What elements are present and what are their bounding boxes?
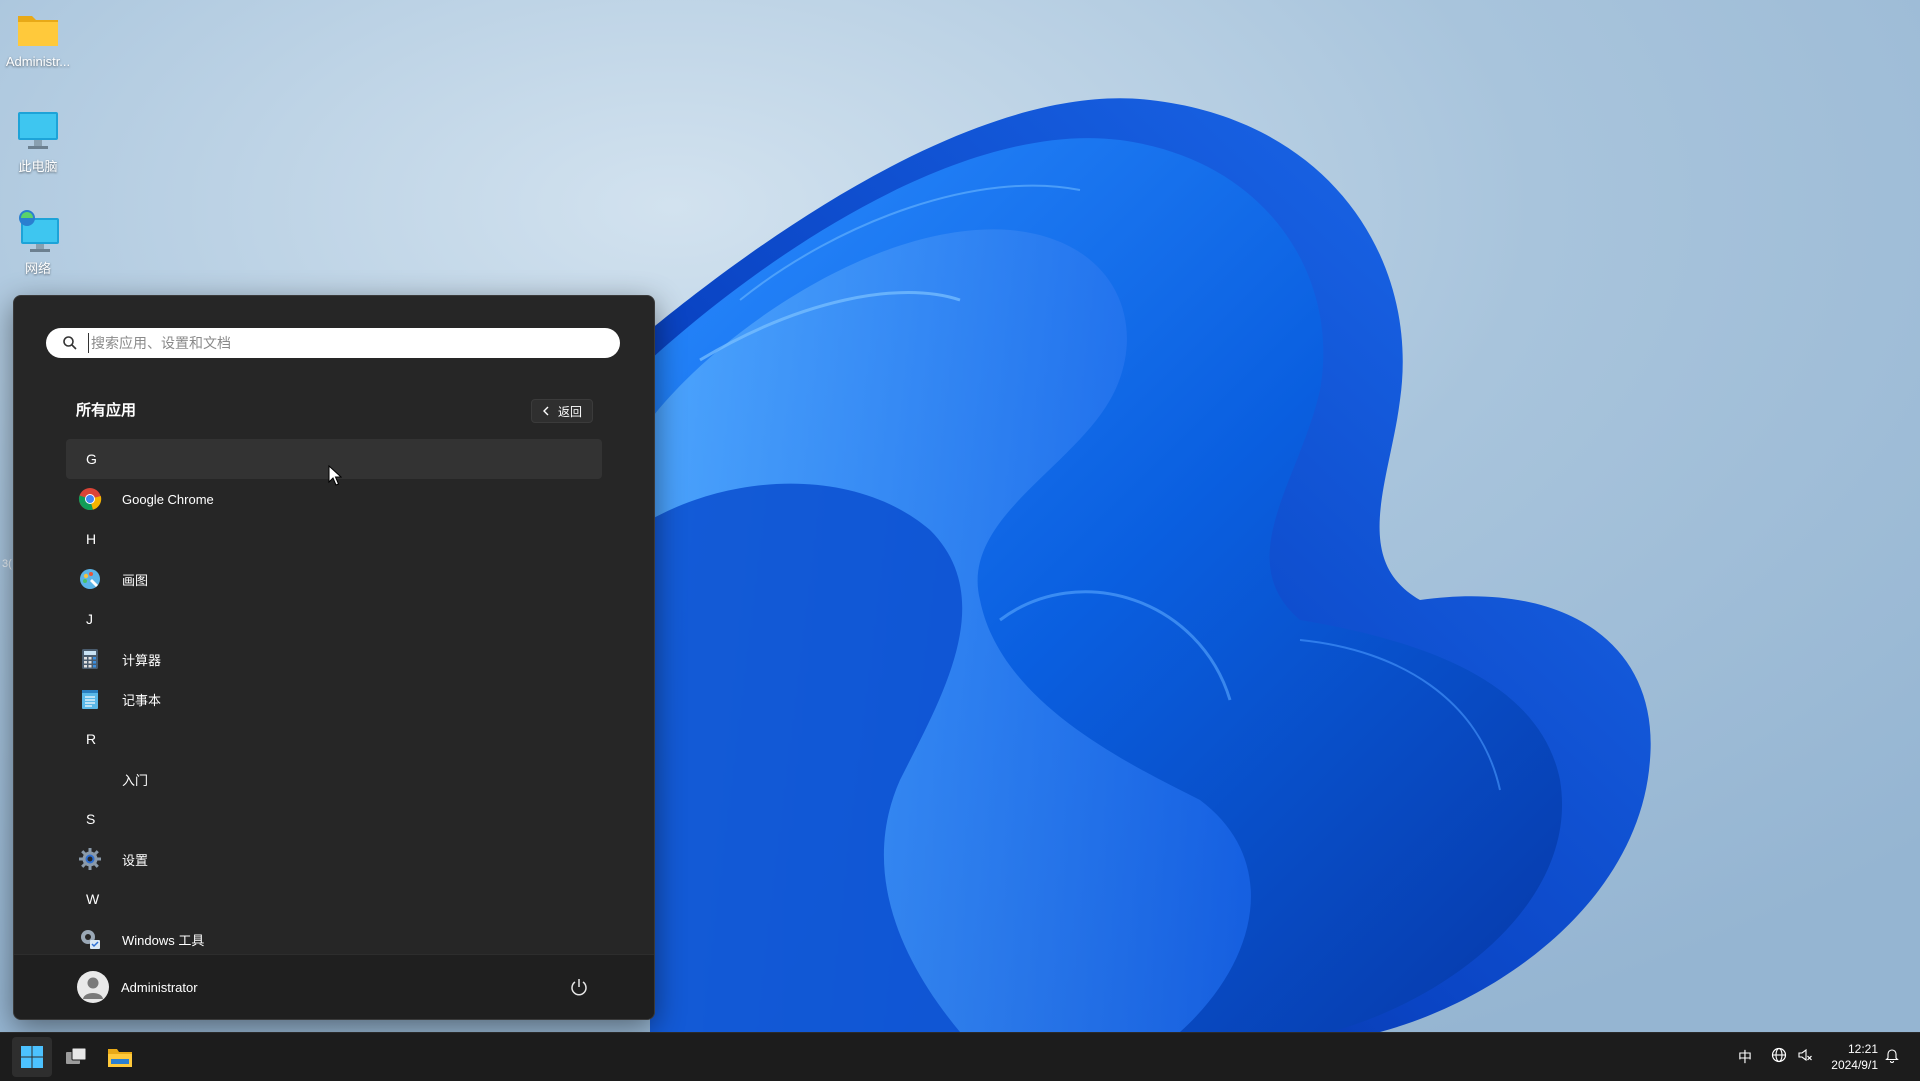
taskbar: 中 12:21 2024/9/1 (0, 1032, 1920, 1081)
folder-icon (18, 16, 58, 46)
letter-label: G (86, 451, 97, 467)
volume-muted-icon[interactable] (1797, 1047, 1813, 1063)
computer-icon (18, 112, 58, 149)
ime-indicator[interactable]: 中 (1738, 1047, 1752, 1067)
app-item-calculator[interactable]: 计算器 (66, 639, 602, 679)
paint-icon (80, 569, 100, 589)
letter-label: S (86, 811, 96, 827)
back-button[interactable]: 返回 (531, 399, 593, 423)
all-apps-list: G Google Chrome H 画图 J 计算器 记事本 R 入门 S 设置… (66, 439, 602, 959)
app-item-label: Google Chrome (122, 491, 214, 507)
desktop-icon-label: 网络 (24, 261, 51, 276)
user-name[interactable]: Administrator (121, 980, 198, 995)
desktop-icon-label: 此电脑 (18, 159, 58, 174)
desktop-icon-network[interactable]: 网络 (4, 208, 72, 277)
search-box[interactable] (46, 328, 620, 358)
desktop-edge-text: 3( (2, 558, 12, 570)
app-item-paint[interactable]: 画图 (66, 559, 602, 599)
letter-header-s[interactable]: S (66, 799, 602, 839)
notepad-icon (82, 690, 98, 709)
letter-label: H (86, 531, 97, 547)
letter-header-h[interactable]: H (66, 519, 602, 559)
start-button[interactable] (12, 1037, 52, 1077)
network-globe-icon[interactable] (1771, 1047, 1787, 1063)
app-item-label: Windows 工具 (122, 932, 205, 948)
mouse-cursor-icon (328, 465, 342, 486)
app-item-get-started[interactable]: 入门 (66, 759, 602, 799)
settings-gear-icon (79, 848, 101, 870)
calculator-icon (82, 649, 98, 669)
letter-header-r[interactable]: R (66, 719, 602, 759)
letter-label: J (86, 611, 93, 627)
file-explorer-icon (108, 1049, 132, 1067)
chevron-left-icon (542, 406, 549, 416)
system-clock[interactable]: 12:21 2024/9/1 (1831, 1041, 1878, 1073)
search-input[interactable] (88, 333, 613, 353)
letter-header-w[interactable]: W (66, 879, 602, 919)
user-avatar-icon (83, 977, 103, 999)
power-icon[interactable] (569, 977, 589, 997)
app-item-notepad[interactable]: 记事本 (66, 679, 602, 719)
back-button-label: 返回 (557, 404, 582, 419)
desktop-icon-administrator[interactable]: Administr... (4, 10, 72, 69)
app-item-label: 设置 (122, 852, 149, 868)
letter-header-j[interactable]: J (66, 599, 602, 639)
app-item-windows-tools[interactable]: Windows 工具 (66, 919, 602, 959)
task-view-button[interactable] (56, 1037, 96, 1077)
windows-logo-icon (21, 1046, 43, 1068)
desktop-icon-this-pc[interactable]: 此电脑 (4, 110, 72, 175)
notification-bell-icon[interactable] (1884, 1047, 1900, 1063)
windows-tools-icon (81, 930, 100, 949)
all-apps-title: 所有应用 (76, 402, 137, 419)
task-view-icon (66, 1047, 87, 1064)
app-item-settings[interactable]: 设置 (66, 839, 602, 879)
app-item-label: 入门 (122, 772, 149, 788)
app-item-label: 画图 (122, 572, 149, 588)
app-item-label: 记事本 (122, 692, 162, 708)
start-menu: 所有应用 返回 G Google Chrome H (13, 295, 655, 1020)
search-icon (63, 336, 77, 350)
network-icon (19, 210, 59, 252)
letter-label: R (86, 731, 97, 747)
file-explorer-button[interactable] (100, 1037, 140, 1077)
user-bar: Administrator (14, 954, 654, 1019)
chrome-icon (78, 488, 102, 511)
app-item-label: 计算器 (122, 652, 162, 668)
clock-time: 12:21 (1847, 1042, 1878, 1056)
letter-label: W (86, 891, 100, 907)
clock-date: 2024/9/1 (1831, 1058, 1878, 1072)
desktop-icon-label: Administr... (5, 54, 71, 69)
user-avatar[interactable] (77, 971, 109, 1003)
